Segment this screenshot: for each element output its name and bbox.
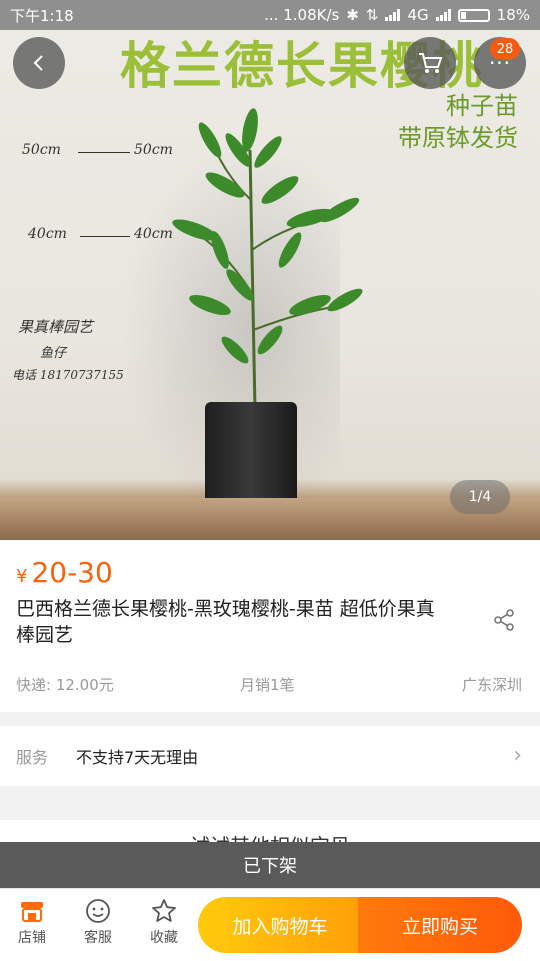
note-phone: 电话 18170737155 [12, 368, 124, 382]
plant-illustration [172, 108, 363, 411]
offshelf-notice: 已下架 [0, 842, 540, 888]
customer-service-tab[interactable]: 客服 [70, 895, 126, 947]
cart-icon [419, 53, 443, 73]
note-mid-right: 40cm [134, 226, 173, 242]
shop-tab[interactable]: 店铺 [4, 895, 60, 947]
back-arrow-icon [33, 55, 43, 71]
service-value: 不支持7天无理由 [76, 748, 199, 767]
customer-service-label: 客服 [84, 930, 112, 946]
shipping-fee: 快递: 12.00元 [16, 676, 114, 694]
bluetooth-icon: ✱ [346, 6, 359, 24]
signal-icon-2 [435, 9, 451, 21]
overlay-line-1: 种子苗 [446, 92, 518, 120]
cart-button[interactable] [404, 37, 456, 89]
product-info: ¥20-30 巴西格兰德长果樱桃-黑玫瑰樱桃-果苗 超低价果真棒园艺 快递: 1… [0, 540, 540, 712]
signal-icon [385, 9, 401, 21]
star-icon [152, 899, 176, 922]
currency-symbol: ¥ [16, 566, 28, 587]
shop-label: 店铺 [18, 930, 46, 946]
chevron-right-icon: › [513, 743, 522, 768]
note-mid-left: 40cm [28, 226, 67, 242]
product-title: 巴西格兰德长果樱桃-黑玫瑰樱桃-果苗 超低价果真棒园艺 [16, 598, 435, 646]
price-value: 20-30 [31, 556, 113, 589]
data-arrows-icon: ⇅ [365, 6, 379, 24]
product-image-carousel[interactable]: 格兰德长果樱桃 种子苗 带原钵发货 50cm 50cm 40cm 40cm 果真… [0, 30, 540, 540]
service-label: 服务 [16, 748, 49, 767]
favorite-label: 收藏 [150, 930, 178, 946]
battery-level: 18% [496, 6, 530, 24]
image-counter: 1/4 [450, 480, 510, 514]
product-price: ¥20-30 [16, 556, 113, 589]
buy-now-button[interactable]: 立即购买 [358, 897, 522, 953]
ship-location: 广东深圳 [461, 676, 522, 694]
cart-count-badge: 28 [490, 38, 520, 60]
note-top-right: 50cm [134, 142, 173, 158]
service-row[interactable]: 服务 不支持7天无理由 › [0, 726, 540, 786]
note-line [80, 236, 130, 237]
back-button[interactable] [13, 37, 65, 89]
chat-face-icon [86, 899, 110, 923]
monthly-sales: 月销1笔 [240, 676, 295, 694]
add-to-cart-button[interactable]: 加入购物车 [198, 897, 362, 953]
note-top-left: 50cm [22, 142, 61, 158]
note-shop: 果真棒园艺 [18, 318, 94, 336]
network-type: 4G [407, 6, 429, 24]
note-name: 鱼仔 [40, 346, 67, 361]
status-time: 下午1:18 [10, 6, 74, 25]
network-speed: ... 1.08K/s [264, 6, 340, 24]
note-line [78, 152, 130, 153]
share-icon [494, 609, 514, 631]
battery-icon [457, 8, 490, 22]
status-bar: 下午1:18 ... 1.08K/s ✱ ⇅ 4G 18% [0, 0, 540, 30]
share-button[interactable] [492, 608, 516, 636]
overlay-line-2: 带原钵发货 [398, 124, 518, 152]
favorite-tab[interactable]: 收藏 [136, 895, 192, 947]
shop-icon [21, 902, 43, 922]
bottom-action-bar: 店铺 客服 收藏 加入购物车 立即购买 [0, 888, 540, 961]
